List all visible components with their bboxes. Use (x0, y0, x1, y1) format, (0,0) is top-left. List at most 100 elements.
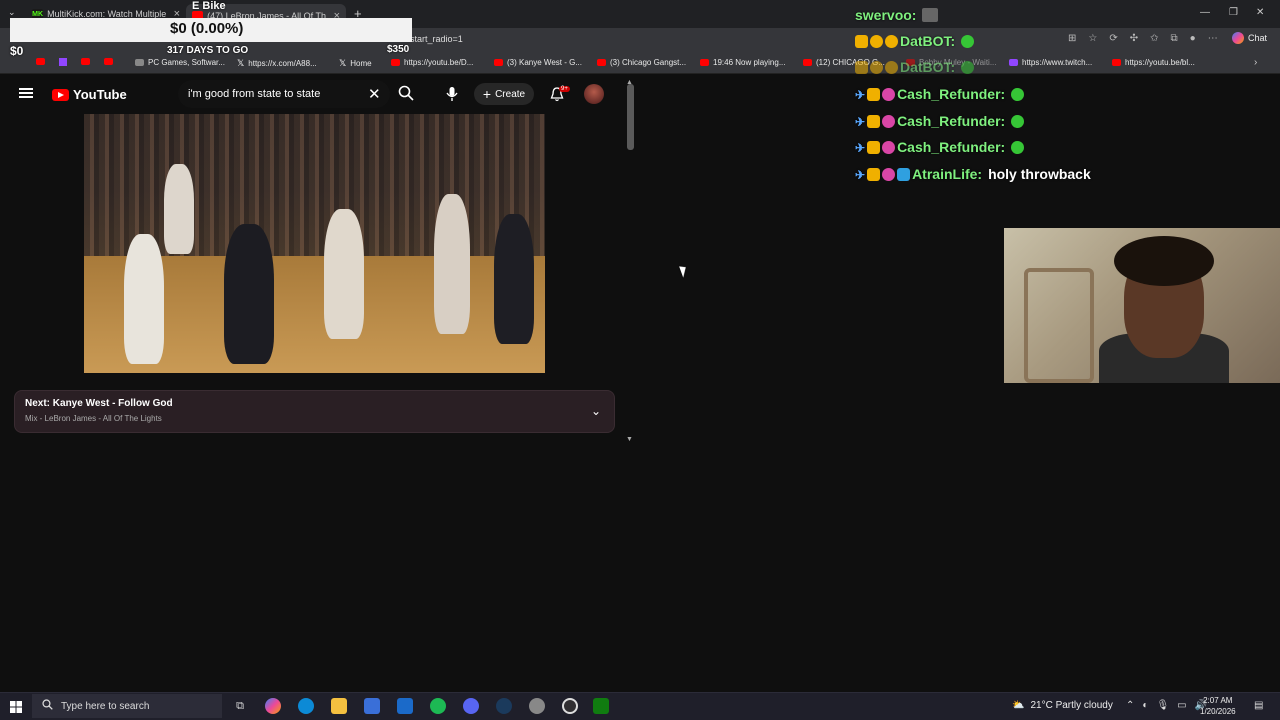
webcam-hair (1114, 236, 1214, 286)
crown-badge-icon (867, 114, 881, 128)
bookmark-label: https://www.twitch... (1022, 58, 1093, 67)
gem-badge-icon (882, 87, 896, 101)
gem-badge-icon (882, 167, 896, 181)
up-next-title: Next: Kanye West - Follow God (25, 398, 173, 409)
more-options-icon[interactable]: ⋯ (1208, 33, 1218, 44)
crown-badge-icon (867, 87, 881, 101)
discord-icon[interactable] (463, 698, 479, 714)
xbox-icon[interactable] (593, 698, 609, 714)
crown-badge-icon (867, 167, 881, 181)
bookmarks-overflow-chevron-icon[interactable]: › (1254, 57, 1257, 68)
youtube-bookmark-icon[interactable] (81, 58, 90, 65)
bookmark-item[interactable]: (3) Chicago Gangst... (597, 58, 686, 67)
x-logo-icon: 𝕏 (339, 58, 347, 68)
bookmark-item[interactable]: 𝕏https://x.com/A88... (237, 58, 317, 69)
file-explorer-icon[interactable] (331, 698, 347, 714)
voice-search-icon[interactable] (446, 86, 458, 107)
collections-icon[interactable]: ⧉ (1171, 33, 1178, 44)
obs-icon[interactable] (562, 698, 578, 714)
user-avatar-icon (922, 8, 939, 22)
search-icon[interactable] (398, 85, 414, 106)
clear-search-icon[interactable]: ✕ (368, 85, 381, 103)
notification-center-icon[interactable]: ▤ (1254, 700, 1263, 711)
youtube-favicon-icon (803, 59, 812, 66)
bookmark-favicon-icon (135, 59, 144, 66)
bookmark-item[interactable]: 19:46 Now playing... (700, 58, 786, 67)
video-player-figure (164, 164, 194, 254)
microphone-icon[interactable]: 🎙 (1156, 700, 1169, 711)
bookmark-item[interactable]: https://youtu.be/bl... (1112, 58, 1195, 67)
video-player-figure (494, 214, 534, 344)
chat-message: ✈ Cash_Refunder: (855, 139, 1025, 155)
weather-widget[interactable]: ⛅ 21°C Partly cloudy (1012, 700, 1113, 711)
gem-badge-icon (885, 60, 898, 74)
clock[interactable]: 2:07 AM 1/20/2026 (1200, 695, 1236, 717)
donation-goal-target: $350 (387, 44, 410, 55)
copilot-icon (1232, 32, 1244, 44)
cube-badge-icon (897, 167, 911, 181)
store-icon[interactable] (364, 698, 380, 714)
tab-list-chevron-icon[interactable]: ⌄ (8, 7, 16, 18)
app-icon[interactable] (529, 698, 545, 714)
youtube-bookmark-icon[interactable] (36, 58, 45, 65)
toolbar-icons: ⊞ ☆ ⟳ ✣ ✩ ⧉ ● ⋯ (1068, 33, 1218, 44)
twitch-bookmark-icon[interactable] (59, 58, 67, 66)
hamburger-menu-icon[interactable] (19, 86, 33, 100)
install-icon[interactable]: ⊞ (1068, 33, 1076, 44)
bookmark-label: https://youtu.be/bl... (1125, 58, 1195, 67)
windows-start-icon[interactable] (10, 700, 22, 718)
bookmark-star-icon[interactable]: ☆ (1088, 33, 1097, 44)
youtube-bookmark-icon[interactable] (104, 58, 113, 65)
bookmark-item[interactable]: https://youtu.be/D... (391, 58, 473, 67)
profile-icon[interactable]: ● (1190, 33, 1196, 44)
bookmark-item[interactable]: 𝕏 Home (339, 58, 372, 69)
url-field[interactable]: start_radio=1 (410, 34, 463, 44)
minimize-icon[interactable]: — (1200, 7, 1210, 18)
crown-badge-icon (855, 60, 868, 74)
network-icon[interactable]: ▭ (1177, 700, 1186, 711)
close-window-icon[interactable]: ✕ (1256, 7, 1264, 18)
show-hidden-icons-chevron-icon[interactable]: ⌃ (1126, 700, 1134, 711)
bookmark-item[interactable]: (3) Kanye West - G... (494, 58, 582, 67)
search-input[interactable]: i'm good from state to state (188, 88, 320, 100)
chat-message: DatBOT: (855, 59, 975, 75)
spotify-icon[interactable] (430, 698, 446, 714)
youtube-favicon-icon (494, 59, 503, 66)
account-avatar[interactable] (584, 84, 604, 104)
chat-button[interactable]: Chat (1232, 32, 1267, 44)
youtube-logo[interactable]: YouTube (52, 87, 127, 102)
page-scrollbar[interactable] (627, 84, 634, 150)
video-player[interactable] (84, 114, 545, 373)
up-next-bar[interactable] (14, 390, 615, 433)
outlook-icon[interactable] (397, 698, 413, 714)
create-label: Create (495, 88, 526, 100)
sword-badge-icon: ✈ (855, 87, 866, 102)
edge-browser-icon[interactable] (298, 698, 314, 714)
chat-username: Cash_Refunder: (897, 139, 1006, 155)
steam-icon[interactable] (496, 698, 512, 714)
green-emote-icon (1011, 87, 1025, 101)
donation-goal-amount: $0 (0.00%) (170, 20, 244, 37)
green-emote-icon (961, 34, 975, 48)
video-player-figure (434, 194, 470, 334)
tray-app-icon[interactable]: ◐ (1142, 700, 1148, 711)
refresh-icon[interactable]: ⟳ (1109, 33, 1117, 44)
copilot-icon[interactable] (265, 698, 281, 714)
bookmark-label: (3) Kanye West - G... (507, 58, 582, 67)
chat-header-line: swervoo: (855, 7, 939, 23)
maximize-icon[interactable]: ❐ (1229, 7, 1238, 18)
bookmark-label: https://youtu.be/D... (404, 58, 474, 67)
bookmark-item[interactable]: https://www.twitch... (1009, 58, 1092, 67)
chat-message: ✈ AtrainLife: holy throwback (855, 166, 1091, 182)
taskbar-search[interactable]: Type here to search (32, 694, 222, 718)
favorites-icon[interactable]: ✩ (1150, 33, 1158, 44)
crown-badge-icon (867, 140, 881, 154)
scroll-up-arrow-icon[interactable]: ▲ (626, 79, 633, 86)
scroll-down-arrow-icon[interactable]: ▼ (626, 436, 633, 443)
donation-goal-days: 317 DAYS TO GO (167, 45, 249, 56)
extensions-icon[interactable]: ✣ (1130, 33, 1138, 44)
bookmark-item[interactable]: PC Games, Softwar... (135, 58, 225, 67)
chevron-down-icon[interactable]: ⌄ (591, 404, 601, 418)
create-button[interactable]: + Create (474, 83, 534, 105)
task-view-icon[interactable]: ⧉ (232, 698, 248, 714)
